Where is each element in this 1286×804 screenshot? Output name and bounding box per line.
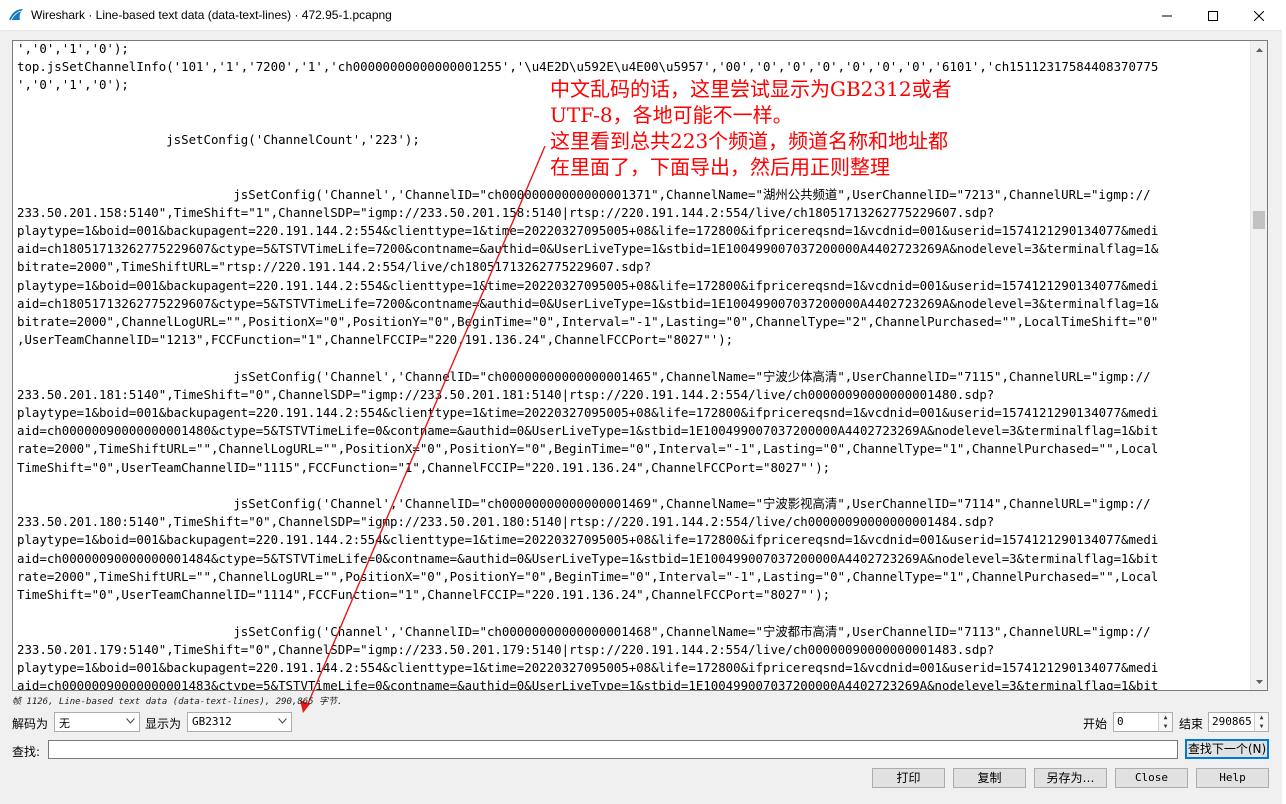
find-next-button[interactable]: 查找下一个(N) <box>1185 739 1269 759</box>
spin-down-icon[interactable]: ▼ <box>1159 722 1172 731</box>
show-as-value: GB2312 <box>192 715 232 728</box>
background-window-edge <box>1282 0 1286 804</box>
annotation-line: UTF-8，各地可能不一样。 <box>550 103 793 127</box>
annotation-line: 在里面了，下面导出，然后用正则整理 <box>550 155 890 179</box>
start-value: 0 <box>1117 715 1124 728</box>
annotation-line: 这里看到总共223个频道，频道名称和地址都 <box>550 129 949 153</box>
close-dialog-button[interactable]: Close <box>1115 768 1188 788</box>
copy-button[interactable]: 复制 <box>953 768 1026 788</box>
maximize-button[interactable] <box>1190 0 1236 31</box>
spin-up-icon[interactable]: ▲ <box>1159 713 1172 722</box>
end-spinbox[interactable]: 290865 ▲ ▼ <box>1208 712 1269 732</box>
find-input[interactable] <box>48 740 1178 759</box>
start-spin-buttons[interactable]: ▲ ▼ <box>1158 713 1172 731</box>
minimize-icon <box>1162 15 1172 16</box>
help-button[interactable]: Help <box>1196 768 1269 788</box>
start-spinbox[interactable]: 0 ▲ ▼ <box>1113 712 1173 732</box>
save-as-button[interactable]: 另存为… <box>1034 768 1107 788</box>
annotation-note: 中文乱码的话，这里尝试显示为GB2312或者 UTF-8，各地可能不一样。 这里… <box>550 76 1150 180</box>
show-as-label: 显示为 <box>145 717 182 731</box>
title-bar: Wireshark · Line-based text data (data-t… <box>0 0 1286 31</box>
wireshark-fin-icon <box>9 9 23 21</box>
end-label: 结束 <box>1179 717 1204 731</box>
decode-as-value: 无 <box>59 717 70 730</box>
end-spin-buttons[interactable]: ▲ ▼ <box>1254 713 1268 731</box>
minimize-button[interactable] <box>1144 0 1190 31</box>
scroll-up-icon[interactable] <box>1251 41 1267 58</box>
show-as-select[interactable]: GB2312 <box>187 712 292 732</box>
chevron-down-icon <box>278 718 287 724</box>
scroll-down-icon[interactable] <box>1251 673 1267 690</box>
chevron-down-icon <box>126 718 135 724</box>
close-icon <box>1254 10 1264 21</box>
status-text: 帧 1126, Line-based text data (data-text-… <box>12 697 343 707</box>
start-label: 开始 <box>1083 717 1108 731</box>
spin-down-icon[interactable]: ▼ <box>1255 722 1268 731</box>
spin-up-icon[interactable]: ▲ <box>1255 713 1268 722</box>
window-title: Wireshark · Line-based text data (data-t… <box>31 8 392 22</box>
scrollbar-thumb[interactable] <box>1253 211 1265 229</box>
end-value: 290865 <box>1212 715 1252 728</box>
maximize-icon <box>1208 10 1218 21</box>
print-button[interactable]: 打印 <box>872 768 945 788</box>
annotation-line: 中文乱码的话，这里尝试显示为GB2312或者 <box>550 77 952 101</box>
decode-as-label: 解码为 <box>12 717 49 731</box>
close-button[interactable] <box>1236 0 1282 31</box>
find-label: 查找: <box>12 745 41 759</box>
decode-as-select[interactable]: 无 <box>54 712 140 732</box>
vertical-scrollbar[interactable] <box>1250 41 1267 690</box>
